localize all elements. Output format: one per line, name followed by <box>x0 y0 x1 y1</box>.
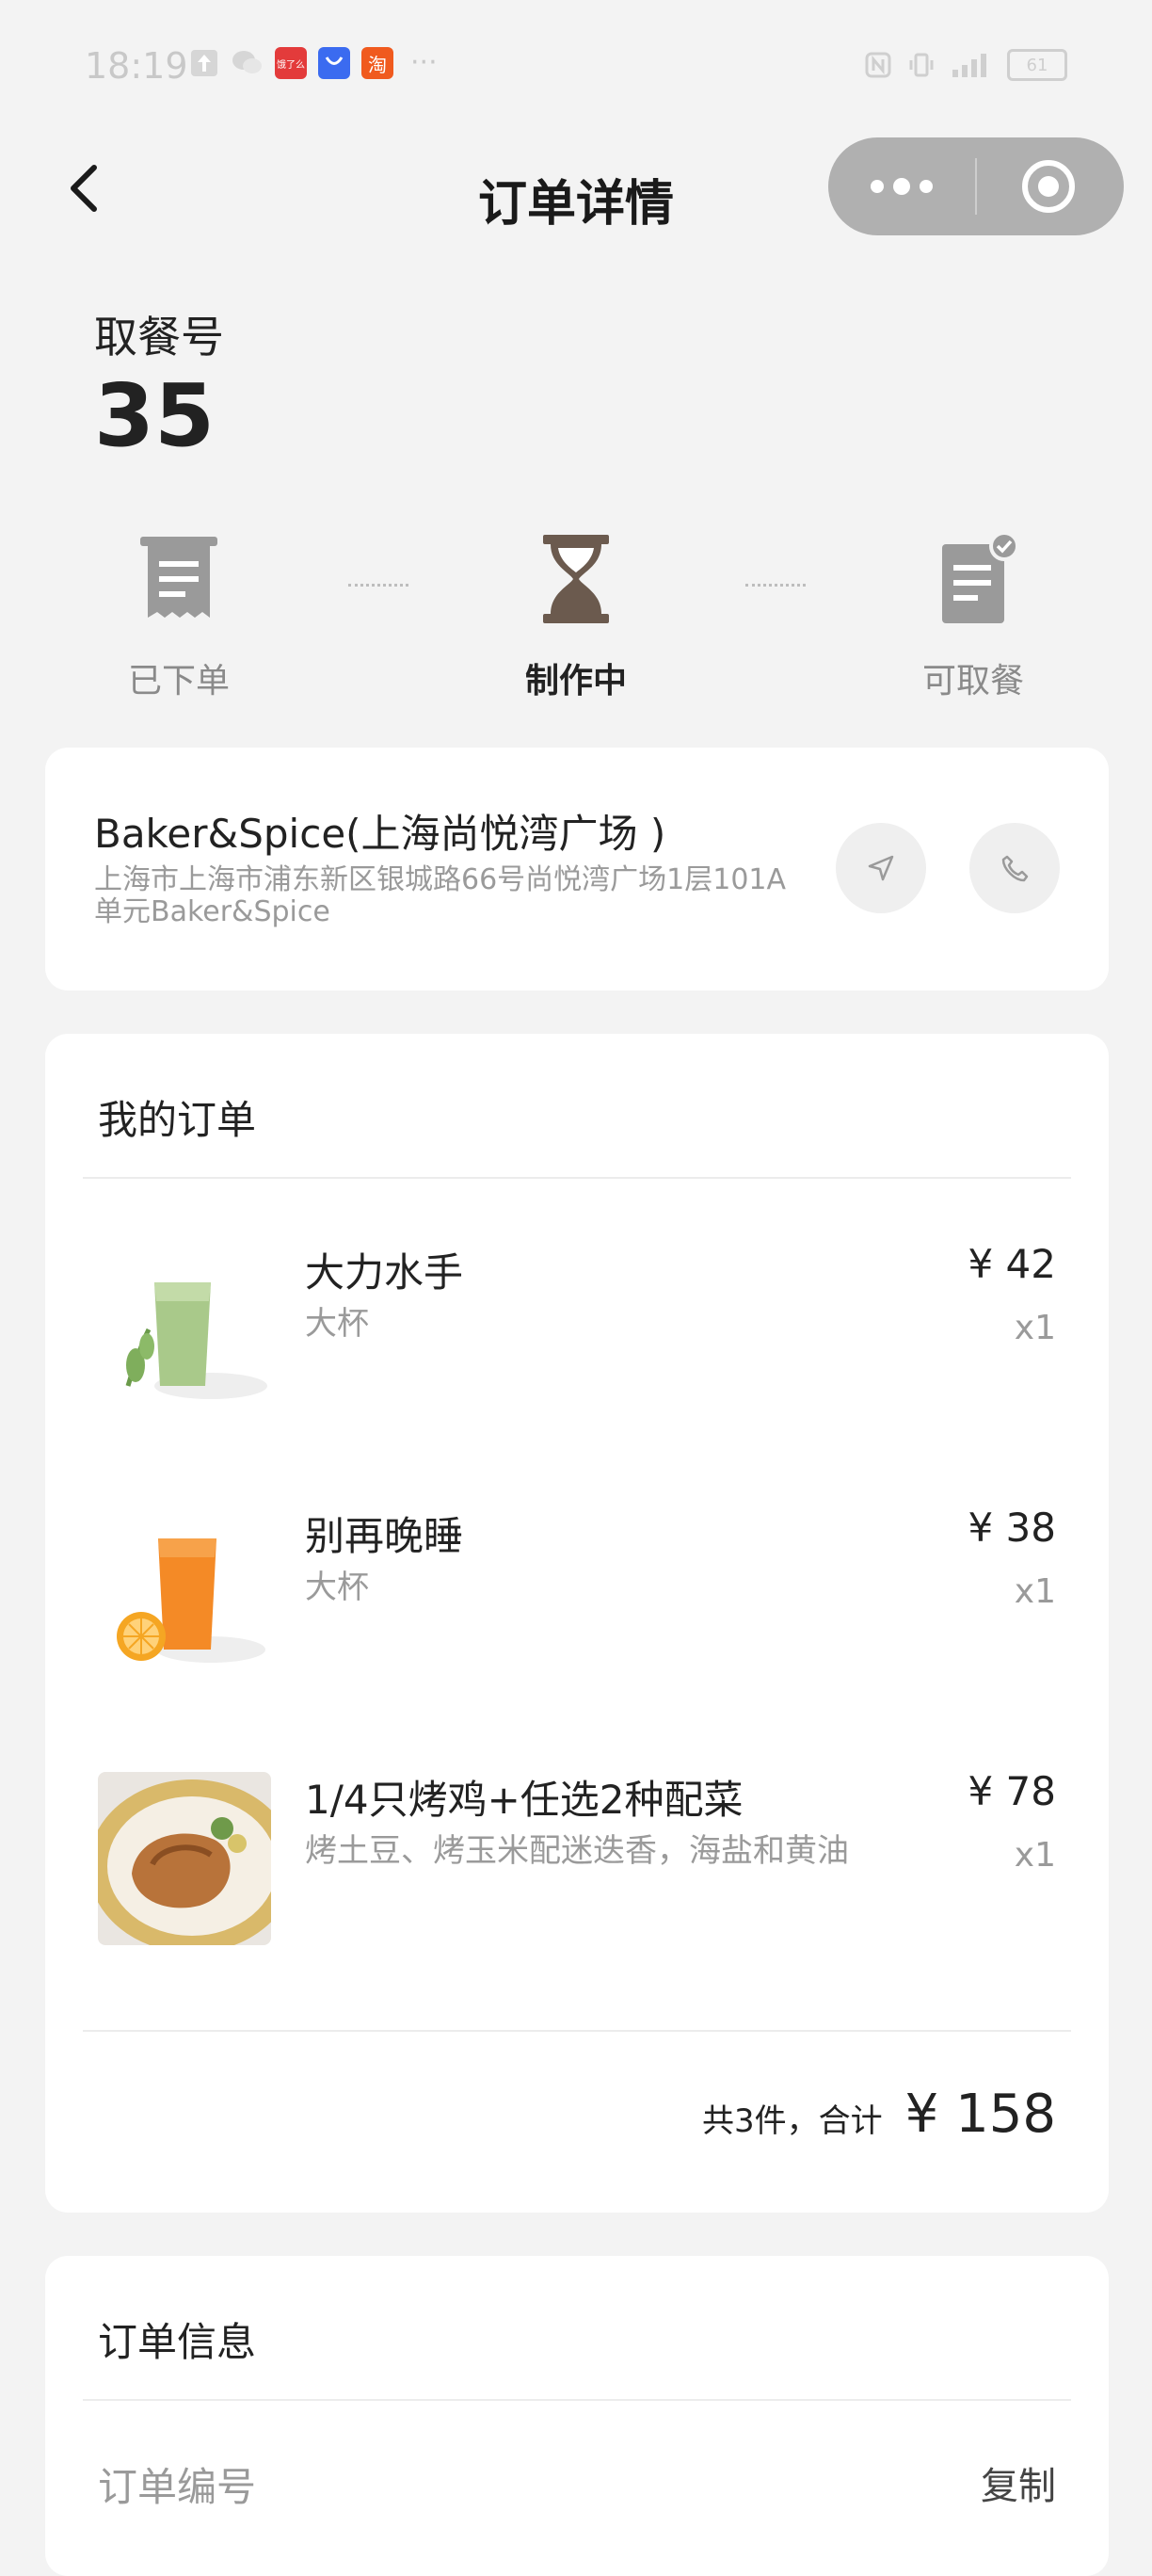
step-connector <box>745 584 806 587</box>
more-dot <box>892 178 910 195</box>
more-menu-button[interactable] <box>828 137 974 235</box>
step-ordered: 已下单 <box>75 527 282 702</box>
info-section-title: 订单信息 <box>98 2319 257 2365</box>
item-name: 别再晚睡 <box>305 1513 464 1559</box>
nfc-icon <box>865 52 891 78</box>
summary-count-text: 共3件，合计 <box>702 2102 883 2140</box>
item-image-green-juice <box>98 1245 271 1418</box>
close-mini-program-button[interactable] <box>1022 160 1075 213</box>
document-check-icon <box>942 531 1019 623</box>
store-address: 上海市上海市浦东新区银城路66号尚悦湾广场1层101A单元Baker&Spice <box>94 863 787 928</box>
status-more-icon: ··· <box>410 46 438 79</box>
nav-bar: 订单详情 <box>0 132 1152 245</box>
order-number-label: 订单编号 <box>98 2464 257 2510</box>
navigate-button[interactable] <box>836 823 926 913</box>
call-store-button[interactable] <box>969 823 1060 913</box>
mini-program-capsule <box>828 137 1124 235</box>
eleme-app-text: 饿了么 <box>277 59 305 71</box>
order-info-card: 订单信息 订单编号 复制 <box>45 2256 1109 2576</box>
battery-icon: 61 <box>1007 49 1067 81</box>
item-qty: x1 <box>1014 1572 1056 1611</box>
item-image-orange-juice <box>98 1508 271 1682</box>
item-price: ¥ 42 <box>968 1241 1056 1287</box>
blue-app-icon <box>318 47 350 79</box>
item-spec: 大杯 <box>305 1569 369 1606</box>
taobao-icon-text: 淘 <box>368 53 387 76</box>
order-item[interactable]: 大力水手 大杯 ¥ 42 x1 <box>45 1192 1109 1418</box>
divider <box>83 2030 1071 2032</box>
step-label: 制作中 <box>524 662 627 700</box>
step-ready: 可取餐 <box>870 527 1077 702</box>
signal-icon <box>952 54 986 77</box>
more-dot <box>919 180 933 193</box>
pickup-number: 35 <box>94 365 216 466</box>
upload-icon <box>188 47 220 79</box>
item-price: ¥ 78 <box>968 1768 1056 1814</box>
battery-level: 61 <box>1026 55 1048 75</box>
order-item[interactable]: 别再晚睡 大杯 ¥ 38 x1 <box>45 1456 1109 1682</box>
store-name: Baker&Spice(上海尚悦湾广场 ) <box>94 811 666 857</box>
navigation-arrow-icon <box>868 855 894 881</box>
step-label: 已下单 <box>127 662 230 700</box>
vibrate-icon <box>909 53 934 77</box>
status-time: 18:19 <box>85 45 188 87</box>
step-preparing: 制作中 <box>472 527 680 702</box>
item-spec: 大杯 <box>305 1305 369 1343</box>
capsule-divider <box>975 158 977 215</box>
order-progress: 已下单 制作中 可取餐 <box>0 527 1152 716</box>
item-qty: x1 <box>1014 1309 1056 1347</box>
item-qty: x1 <box>1014 1836 1056 1875</box>
item-name: 大力水手 <box>305 1249 464 1296</box>
order-section-title: 我的订单 <box>98 1097 257 1143</box>
divider <box>83 2399 1071 2401</box>
notification-icons: 饿了么 淘 ··· <box>188 47 438 79</box>
divider <box>83 1177 1071 1179</box>
item-image-roast-chicken <box>98 1772 271 1945</box>
receipt-icon <box>140 537 217 618</box>
item-spec: 烤土豆、烤玉米配迷迭香，海盐和黄油 <box>305 1832 849 1870</box>
order-summary: 共3件，合计 ¥ 158 <box>702 2084 1056 2145</box>
more-dot <box>870 180 884 193</box>
step-connector <box>348 584 408 587</box>
step-label: 可取餐 <box>921 662 1024 700</box>
taobao-icon: 淘 <box>361 47 393 79</box>
phone-icon <box>1001 855 1029 882</box>
pickup-label: 取餐号 <box>94 312 224 362</box>
status-bar: 18:19 饿了么 淘 ··· 61 <box>0 0 1152 132</box>
hourglass-icon <box>543 535 609 623</box>
order-card: 我的订单 大力水手 大杯 ¥ 42 x1 别再晚睡 大杯 ¥ 38 x1 1/4… <box>45 1034 1109 2213</box>
item-name: 1/4只烤鸡+任选2种配菜 <box>305 1777 744 1823</box>
item-price: ¥ 38 <box>968 1505 1056 1551</box>
copy-order-number-button[interactable]: 复制 <box>981 2455 1056 2510</box>
eleme-app-icon: 饿了么 <box>275 47 307 79</box>
system-icons: 61 <box>864 49 1067 81</box>
summary-total: ¥ 158 <box>904 2084 1056 2145</box>
store-card: Baker&Spice(上海尚悦湾广场 ) 上海市上海市浦东新区银城路66号尚悦… <box>45 748 1109 990</box>
order-item[interactable]: 1/4只烤鸡+任选2种配菜 烤土豆、烤玉米配迷迭香，海盐和黄油 ¥ 78 x1 <box>45 1719 1109 1945</box>
wechat-icon <box>232 47 264 79</box>
